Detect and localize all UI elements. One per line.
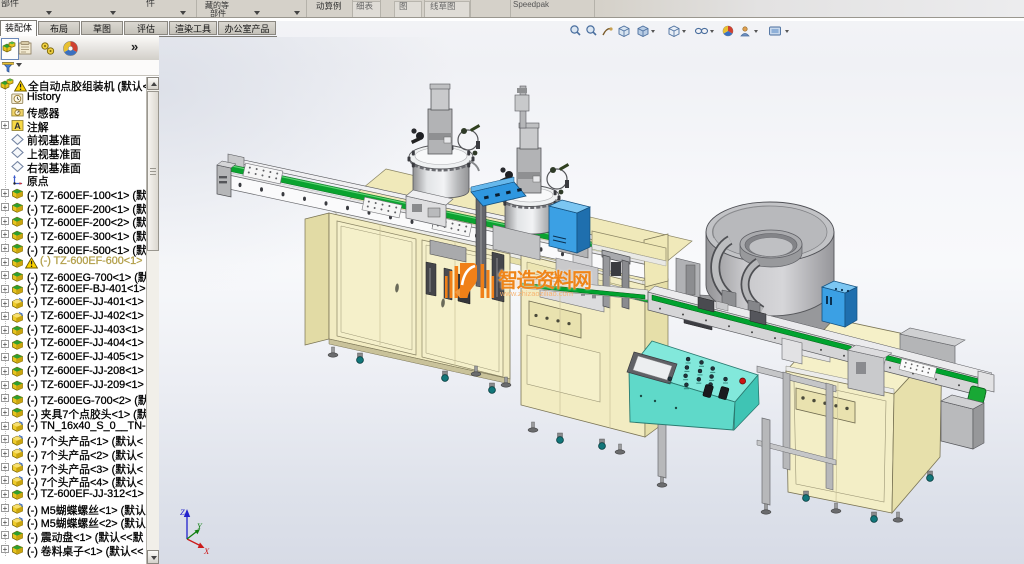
svg-text:www.zhizaoziliao.com: www.zhizaoziliao.com [499,289,573,298]
svg-text:A: A [14,121,21,131]
svg-text:X: X [203,546,210,556]
svg-text:Z: Z [180,507,185,517]
svg-text:Y: Y [197,521,203,531]
